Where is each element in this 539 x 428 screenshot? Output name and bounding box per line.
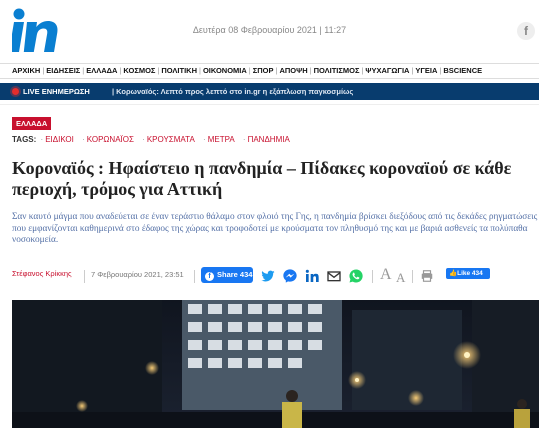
tag-link[interactable]: ΚΟΡΩΝΑΪΟΣ	[87, 135, 134, 144]
nav-separator: |	[248, 66, 251, 75]
whatsapp-icon[interactable]	[348, 268, 364, 284]
nav-separator: |	[199, 66, 201, 75]
nav-item[interactable]: ΣΠΟΡ	[253, 66, 274, 75]
nav-separator: |	[82, 66, 85, 75]
nav-item[interactable]: ΠΟΛΙΤΙΣΜΟΣ	[314, 66, 360, 75]
nav-items: ΑΡΧΙΚΗ | ΕΙΔΗΣΕΙΣ | ΕΛΛΑΔΑ | ΚΟΣΜΟΣ | ΠΟΛΙΤΙΚΗ | Ο…	[12, 66, 482, 75]
main-nav: ΑΡΧΙΚΗ | ΕΙΔΗΣΕΙΣ | ΕΛΛΑΔΑ | ΚΟΣΜΟΣ | ΠΟΛΙΤΙΚΗ | Ο…	[0, 63, 539, 79]
messenger-icon[interactable]	[282, 268, 298, 284]
thumbs-up-icon: 👍	[449, 270, 458, 277]
tag-link[interactable]: ΕΙΔΙΚΟΙ	[45, 135, 74, 144]
nav-separator: |	[119, 66, 122, 75]
nav-item[interactable]: ΕΛΛΑΔΑ	[86, 66, 117, 75]
tags-label: TAGS:	[12, 135, 37, 144]
header-date: Δευτέρα 08 Φεβρουαρίου 2021 | 11:27	[192, 25, 347, 35]
publish-date: 7 Φεβρουαρίου 2021, 23:51	[91, 270, 184, 279]
live-update-bar[interactable]: LIVE ΕΝΗΜΕΡΩΣΗ | Κορωναϊός: Λεπτό προς λ…	[0, 83, 539, 100]
nav-item[interactable]: BSCIENCE	[443, 66, 482, 75]
share-label: Share 434	[217, 270, 253, 279]
linkedin-icon[interactable]	[304, 268, 320, 284]
divider	[0, 104, 539, 105]
tag-separator: ·	[242, 135, 246, 144]
divider	[372, 270, 373, 283]
live-dot-icon	[12, 88, 19, 95]
email-icon[interactable]	[326, 268, 342, 284]
divider	[412, 270, 413, 283]
tag-link[interactable]: ΠΑΝΔΗΜΙΑ	[248, 135, 290, 144]
divider	[84, 270, 85, 283]
nav-separator: |	[157, 66, 160, 75]
category-badge[interactable]: ΕΛΛΑΔΑ	[12, 117, 52, 130]
facebook-icon[interactable]: f	[517, 22, 535, 40]
like-label: Like 434	[457, 270, 483, 277]
nav-item[interactable]: ΑΠΟΨΗ	[279, 66, 307, 75]
nav-item[interactable]: ΑΡΧΙΚΗ	[12, 66, 40, 75]
live-headline[interactable]: | Κορωναϊός: Λεπτό προς λεπτό στο in.gr …	[112, 87, 353, 96]
tags-row: TAGS: · ΕΙΔΙΚΟΙ · ΚΟΡΩΝΑΪΟΣ · ΚΡΟΥΣΜΑΤΑ · ΜΕ…	[12, 135, 296, 144]
tag-separator: ·	[203, 135, 206, 144]
font-increase-button[interactable]: A	[380, 266, 392, 284]
twitter-icon[interactable]	[260, 268, 276, 284]
tag-separator: ·	[82, 135, 85, 144]
nav-item[interactable]: ΥΓΕΙΑ	[415, 66, 437, 75]
facebook-icon: f	[205, 272, 214, 281]
print-icon[interactable]	[420, 269, 434, 283]
nav-item[interactable]: ΚΟΣΜΟΣ	[123, 66, 155, 75]
facebook-share-button[interactable]: f Share 434	[201, 267, 253, 283]
nav-item[interactable]: ΕΙΔΗΣΕΙΣ	[46, 66, 80, 75]
tag-link[interactable]: ΜΕΤΡΑ	[208, 135, 235, 144]
article-title: Κοροναϊός : Ηφαίστειο η πανδημία – Πίδακ…	[12, 158, 512, 199]
article-lead: Σαν καυτό μάγμα που αναδεύεται σε έναν τ…	[12, 212, 538, 245]
tag-separator: ·	[142, 135, 145, 144]
font-decrease-button[interactable]: A	[396, 270, 405, 286]
nav-item[interactable]: ΨΥΧΑΓΩΓΙΑ	[365, 66, 409, 75]
nav-separator: |	[309, 66, 312, 75]
tag-separator: ·	[40, 135, 44, 144]
nav-item[interactable]: ΠΟΛΙΤΙΚΗ	[161, 66, 197, 75]
nav-separator: |	[439, 66, 442, 75]
nav-item[interactable]: ΟΙΚΟΝΟΜΙΑ	[203, 66, 247, 75]
author-link[interactable]: Στέφανος Κρίκκης	[12, 269, 72, 278]
night-street-image	[12, 300, 539, 428]
article-photo	[12, 300, 539, 428]
facebook-like-button[interactable]: 👍Like 434	[446, 268, 490, 279]
nav-separator: |	[275, 66, 278, 75]
divider	[194, 270, 195, 283]
live-label: LIVE ΕΝΗΜΕΡΩΣΗ	[23, 87, 90, 96]
byline: Στέφανος Κρίκκης	[12, 269, 72, 283]
nav-separator: |	[411, 66, 414, 75]
nav-separator: |	[361, 66, 364, 75]
nav-separator: |	[42, 66, 45, 75]
tag-link[interactable]: ΚΡΟΥΣΜΑΤΑ	[147, 135, 195, 144]
site-header: Δευτέρα 08 Φεβρουαρίου 2021 | 11:27 f	[0, 0, 539, 62]
